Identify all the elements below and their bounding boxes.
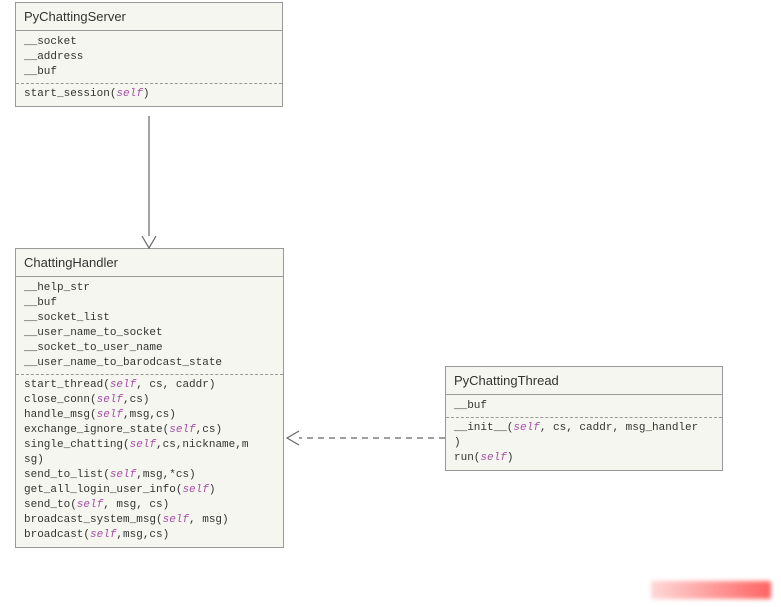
class-attrs: __help_str__buf__socket_list__user_name_… (16, 279, 283, 373)
attr-row: __help_str (24, 281, 275, 296)
method-row: sg) (24, 453, 275, 468)
arrowhead-icon (287, 431, 299, 445)
attr-row: __socket_list (24, 311, 275, 326)
class-pychattingthread: PyChattingThread __buf __init__(self, cs… (445, 366, 723, 471)
method-row: get_all_login_user_info(self) (24, 483, 275, 498)
method-row: start_thread(self, cs, caddr) (24, 378, 275, 393)
method-row: broadcast_system_msg(self, msg) (24, 513, 275, 528)
class-name: PyChattingServer (16, 3, 282, 31)
method-row: close_conn(self,cs) (24, 393, 275, 408)
attr-row: __buf (24, 296, 275, 311)
method-row: send_to(self, msg, cs) (24, 498, 275, 513)
attr-row: __buf (454, 399, 714, 414)
attr-row: __socket_to_user_name (24, 341, 275, 356)
section-divider (446, 417, 722, 418)
class-body: __socket__address__buf start_session(sel… (16, 31, 282, 106)
attr-row: __user_name_to_barodcast_state (24, 356, 275, 371)
class-methods: __init__(self, cs, caddr, msg_handler)ru… (446, 419, 722, 468)
attr-row: __address (24, 50, 274, 65)
method-row: __init__(self, cs, caddr, msg_handler (454, 421, 714, 436)
class-chattinghandler: ChattingHandler __help_str__buf__socket_… (15, 248, 284, 548)
class-attrs: __socket__address__buf (16, 33, 282, 82)
class-name: PyChattingThread (446, 367, 722, 395)
class-name: ChattingHandler (16, 249, 283, 277)
method-row: single_chatting(self,cs,nickname,m (24, 438, 275, 453)
class-attrs: __buf (446, 397, 722, 416)
attr-row: __socket (24, 35, 274, 50)
watermark (651, 581, 771, 599)
class-body: __help_str__buf__socket_list__user_name_… (16, 277, 283, 547)
method-row: send_to_list(self,msg,*cs) (24, 468, 275, 483)
section-divider (16, 83, 282, 84)
class-pychattingserver: PyChattingServer __socket__address__buf … (15, 2, 283, 107)
method-row: ) (454, 436, 714, 451)
method-row: broadcast(self,msg,cs) (24, 528, 275, 543)
attr-row: __user_name_to_socket (24, 326, 275, 341)
section-divider (16, 374, 283, 375)
arrowhead-icon (142, 236, 156, 248)
method-row: run(self) (454, 451, 714, 466)
class-methods: start_thread(self, cs, caddr)close_conn(… (16, 376, 283, 545)
attr-row: __buf (24, 65, 274, 80)
class-methods: start_session(self) (16, 85, 282, 104)
method-row: exchange_ignore_state(self,cs) (24, 423, 275, 438)
method-row: handle_msg(self,msg,cs) (24, 408, 275, 423)
class-body: __buf __init__(self, cs, caddr, msg_hand… (446, 395, 722, 470)
method-row: start_session(self) (24, 87, 274, 102)
